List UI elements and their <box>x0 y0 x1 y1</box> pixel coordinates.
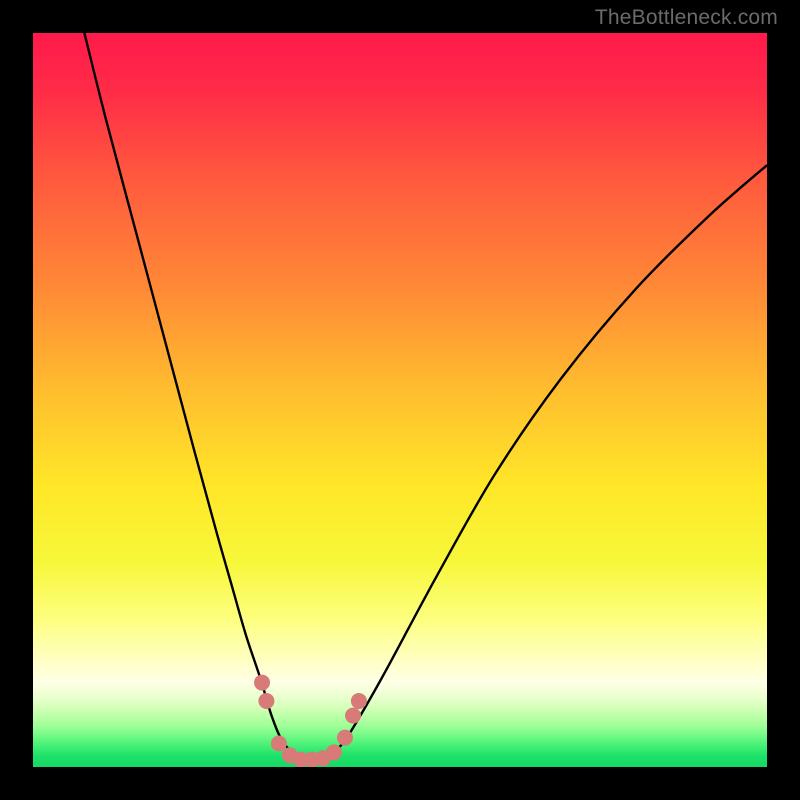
chart-frame: TheBottleneck.com <box>0 0 800 800</box>
curve-layer <box>33 33 767 767</box>
highlight-dot <box>258 693 274 709</box>
curve-highlight-dots <box>254 675 367 767</box>
highlight-dot <box>351 693 367 709</box>
highlight-dot <box>326 744 342 760</box>
bottleneck-curve <box>84 33 767 760</box>
highlight-dot <box>271 736 287 752</box>
plot-area <box>33 33 767 767</box>
highlight-dot <box>337 730 353 746</box>
highlight-dot <box>254 675 270 691</box>
highlight-dot <box>345 708 361 724</box>
watermark-text: TheBottleneck.com <box>595 6 778 30</box>
